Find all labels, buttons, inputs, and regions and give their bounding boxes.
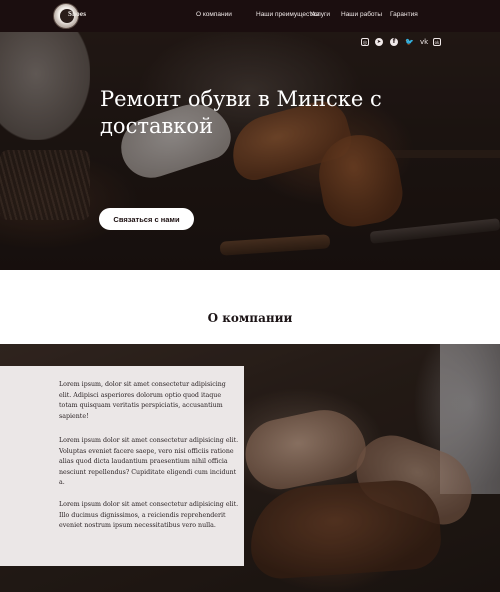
telegram-icon[interactable]: ➤: [375, 38, 383, 46]
main-menu: О компании Наши преимущества Услуги Наши…: [0, 11, 500, 23]
odnoklassniki-icon[interactable]: ok: [433, 38, 441, 46]
top-navbar: Shoes О компании Наши преимущества Услуг…: [0, 0, 500, 32]
hero-title: Ремонт обуви в Минске с доставкой: [100, 87, 382, 138]
menu-item-services[interactable]: Услуги: [310, 11, 330, 18]
about-text-card: Lorem ipsum, dolor sit amet consectetur …: [0, 366, 244, 566]
about-title: О компании: [207, 311, 293, 325]
about-paragraph: Lorem ipsum dolor sit amet consectetur a…: [59, 501, 239, 529]
menu-item-about[interactable]: О компании: [196, 11, 232, 18]
about-section: Lorem ipsum, dolor sit amet consectetur …: [0, 344, 500, 592]
facebook-icon[interactable]: f: [390, 38, 398, 46]
about-paragraph: Lorem ipsum dolor sit amet consectetur a…: [59, 437, 239, 486]
menu-item-works[interactable]: Наши работы: [341, 11, 382, 18]
contact-us-button[interactable]: Связаться с нами: [99, 208, 194, 230]
hero-section: Shoes О компании Наши преимущества Услуг…: [0, 0, 500, 270]
about-paragraph: Lorem ipsum, dolor sit amet consectetur …: [59, 381, 226, 420]
menu-item-guarantee[interactable]: Гарантия: [390, 11, 418, 18]
instagram-icon[interactable]: ◎: [361, 38, 369, 46]
vk-icon[interactable]: vk: [420, 38, 428, 46]
about-heading-section: О компании: [0, 270, 500, 344]
twitter-icon[interactable]: 🐦: [405, 38, 414, 46]
